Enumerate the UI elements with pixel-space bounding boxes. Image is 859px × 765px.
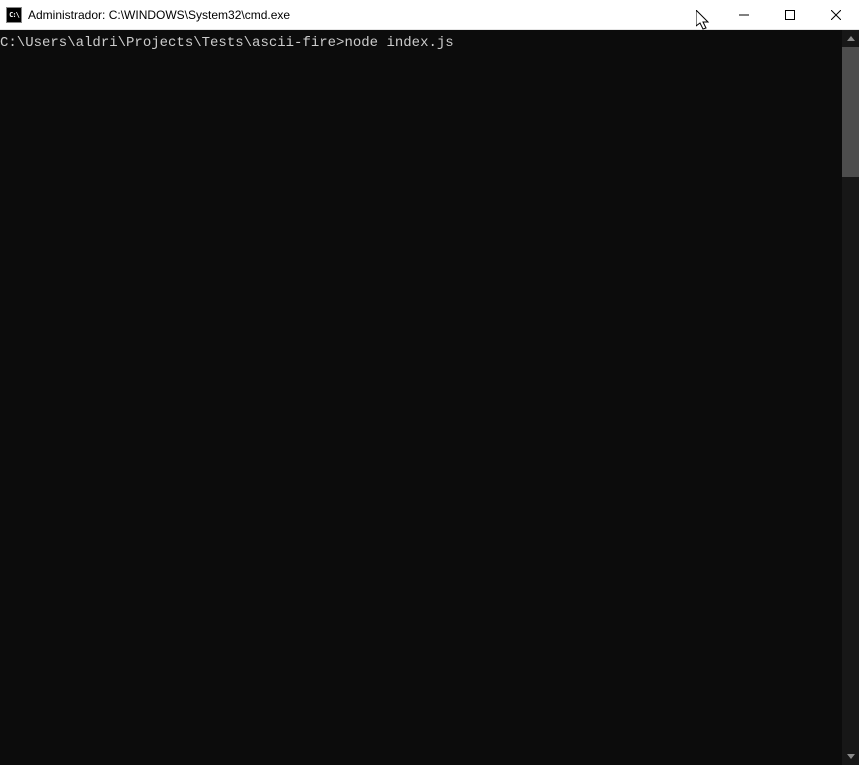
cmd-window: C:\ Administrador: C:\WINDOWS\System32\c… xyxy=(0,0,859,765)
cmd-icon: C:\ xyxy=(6,7,22,23)
maximize-button[interactable] xyxy=(767,0,813,29)
prompt-path: C:\Users\aldri\Projects\Tests\ascii-fire… xyxy=(0,35,344,51)
scroll-track[interactable] xyxy=(842,47,859,748)
terminal-content[interactable]: C:\Users\aldri\Projects\Tests\ascii-fire… xyxy=(0,30,842,765)
command-text: node index.js xyxy=(344,35,453,51)
scroll-thumb[interactable] xyxy=(842,47,859,177)
close-icon xyxy=(831,10,841,20)
window-title: Administrador: C:\WINDOWS\System32\cmd.e… xyxy=(28,8,721,22)
prompt-line: C:\Users\aldri\Projects\Tests\ascii-fire… xyxy=(0,35,454,51)
chevron-down-icon xyxy=(847,754,855,759)
minimize-icon xyxy=(739,10,749,20)
scroll-up-arrow[interactable] xyxy=(842,30,859,47)
terminal-area: C:\Users\aldri\Projects\Tests\ascii-fire… xyxy=(0,30,859,765)
window-controls xyxy=(721,0,859,29)
maximize-icon xyxy=(785,10,795,20)
scroll-down-arrow[interactable] xyxy=(842,748,859,765)
close-button[interactable] xyxy=(813,0,859,29)
titlebar[interactable]: C:\ Administrador: C:\WINDOWS\System32\c… xyxy=(0,0,859,30)
minimize-button[interactable] xyxy=(721,0,767,29)
vertical-scrollbar[interactable] xyxy=(842,30,859,765)
cmd-icon-label: C:\ xyxy=(9,11,19,19)
chevron-up-icon xyxy=(847,36,855,41)
